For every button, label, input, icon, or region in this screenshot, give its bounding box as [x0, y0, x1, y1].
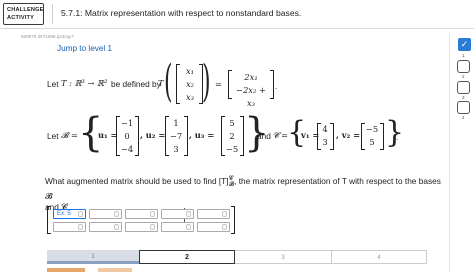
- spinner-icon[interactable]: [150, 211, 155, 217]
- output-row2: −2x₂ + x₃: [235, 85, 267, 108]
- progress-segment-4[interactable]: 4: [331, 250, 427, 264]
- and-label: and: [257, 131, 271, 141]
- level-number-2: 2: [462, 74, 465, 79]
- spinner-icon[interactable]: [186, 211, 191, 217]
- progress-segment-1[interactable]: 1: [47, 250, 139, 264]
- input-x1: x₁: [185, 66, 195, 76]
- u3-entry3: −5: [225, 144, 239, 154]
- level-number-1: 1: [462, 53, 465, 58]
- output-vector-right-bracket: [270, 70, 274, 99]
- v2-right-bracket: [380, 123, 384, 150]
- bases-period: .: [396, 132, 399, 142]
- u1-label: u₁ =: [98, 130, 118, 140]
- matrix-cell-r2c3[interactable]: [125, 222, 158, 232]
- output-vector: 2x₁ −2x₂ + x₃: [232, 71, 270, 110]
- u1-entry1: −1: [120, 118, 134, 128]
- basis-b-equals: =: [71, 130, 78, 140]
- level-3-box[interactable]: [457, 81, 470, 94]
- u2-label: , u₂ =: [140, 130, 166, 140]
- left-paren: (: [164, 56, 173, 107]
- defined-by-label: be defined by: [111, 79, 161, 89]
- level-number-3: 3: [462, 95, 465, 100]
- matrix-cell-r2c5[interactable]: [197, 222, 230, 232]
- u2-entry3: 3: [173, 144, 179, 154]
- v1-entry2: 3: [322, 137, 328, 147]
- v2-vector: −5 5: [364, 123, 380, 149]
- spinner-icon[interactable]: [78, 211, 83, 217]
- question-line1: What augmented matrix should be used to …: [45, 175, 229, 186]
- level-number-4: 4: [462, 115, 465, 120]
- spinner-icon[interactable]: [78, 224, 83, 230]
- level-sidebar: ✓ 1 2 3 4: [449, 33, 474, 272]
- u3-vector: 5 2 −5: [224, 117, 240, 156]
- u3-entry1: 5: [229, 118, 235, 128]
- matrix-left-bracket: [47, 206, 51, 234]
- v2-entry1: −5: [365, 124, 379, 134]
- u3-label: , u₃ =: [189, 130, 215, 140]
- output-row1: 2x₁: [244, 72, 258, 82]
- input-x2: x₂: [185, 79, 195, 89]
- t-function: T: [158, 78, 164, 88]
- progress-segment-2[interactable]: 2: [139, 250, 235, 264]
- matrix-cell-r1c2[interactable]: [89, 209, 122, 219]
- problem-content: Let T : ℝ³ → ℝ² be defined by T ( x₁ x₂ …: [0, 0, 441, 272]
- bases-let-label: Let: [47, 131, 59, 141]
- matrix-cell-r2c2[interactable]: [89, 222, 122, 232]
- level-2-box[interactable]: [457, 60, 470, 73]
- spinner-icon[interactable]: [186, 224, 191, 230]
- v1-right-bracket: [330, 123, 334, 150]
- u2-right-bracket: [184, 116, 188, 156]
- let-label: Let: [47, 79, 59, 89]
- basis-c-symbol: 𝓒: [273, 130, 279, 140]
- matrix-right-bracket: [231, 206, 235, 234]
- input-vector: x₁ x₂ x₃: [181, 65, 199, 104]
- spinner-icon[interactable]: [114, 224, 119, 230]
- u1-right-bracket: [135, 116, 139, 156]
- input-vector-left-bracket: [176, 64, 180, 104]
- v1-entry1: 4: [322, 124, 328, 134]
- matrix-cell-r1c4[interactable]: [161, 209, 194, 219]
- matrix-cell-r2c4[interactable]: [161, 222, 194, 232]
- cell-placeholder: Ex: 5: [57, 211, 71, 217]
- u1-entry2: 0: [124, 131, 130, 141]
- spinner-icon[interactable]: [150, 224, 155, 230]
- map-signature: T : ℝ³ → ℝ²: [61, 78, 108, 88]
- equals-sign: =: [215, 79, 222, 89]
- spinner-icon[interactable]: [222, 224, 227, 230]
- u1-entry3: −4: [120, 144, 134, 154]
- next-button[interactable]: [98, 268, 132, 272]
- progress-segment-3[interactable]: 3: [235, 250, 331, 264]
- matrix-cell-r2c1[interactable]: [53, 222, 86, 232]
- level-progress-bar: 1 2 3 4: [47, 250, 427, 264]
- spinner-icon[interactable]: [114, 211, 119, 217]
- u1-vector: −1 0 −4: [119, 117, 135, 156]
- check-button[interactable]: [47, 268, 85, 272]
- matrix-cell-r1c5[interactable]: [197, 209, 230, 219]
- v2-entry2: 5: [369, 137, 375, 147]
- u2-vector: 1 −7 3: [168, 117, 184, 156]
- matrix-cell-r1c3[interactable]: [125, 209, 158, 219]
- right-paren: ): [202, 56, 211, 107]
- basis-c-close-brace: }: [385, 115, 405, 150]
- checkmark-icon: ✓: [458, 38, 471, 51]
- matrix-cell-r1c1[interactable]: Ex: 5: [53, 209, 86, 219]
- spinner-icon[interactable]: [222, 211, 227, 217]
- u3-entry2: 2: [229, 131, 235, 141]
- augmented-matrix-input: Ex: 5: [47, 206, 235, 234]
- v1-vector: 4 3: [320, 123, 330, 149]
- basis-b-symbol: 𝓑: [61, 130, 69, 140]
- v2-label: , v₂ =: [336, 130, 361, 140]
- u2-entry2: −7: [169, 131, 183, 141]
- level-4-box[interactable]: [457, 101, 470, 114]
- definition-period: .: [275, 81, 278, 91]
- input-x3: x₃: [185, 92, 195, 102]
- u2-entry1: 1: [173, 118, 179, 128]
